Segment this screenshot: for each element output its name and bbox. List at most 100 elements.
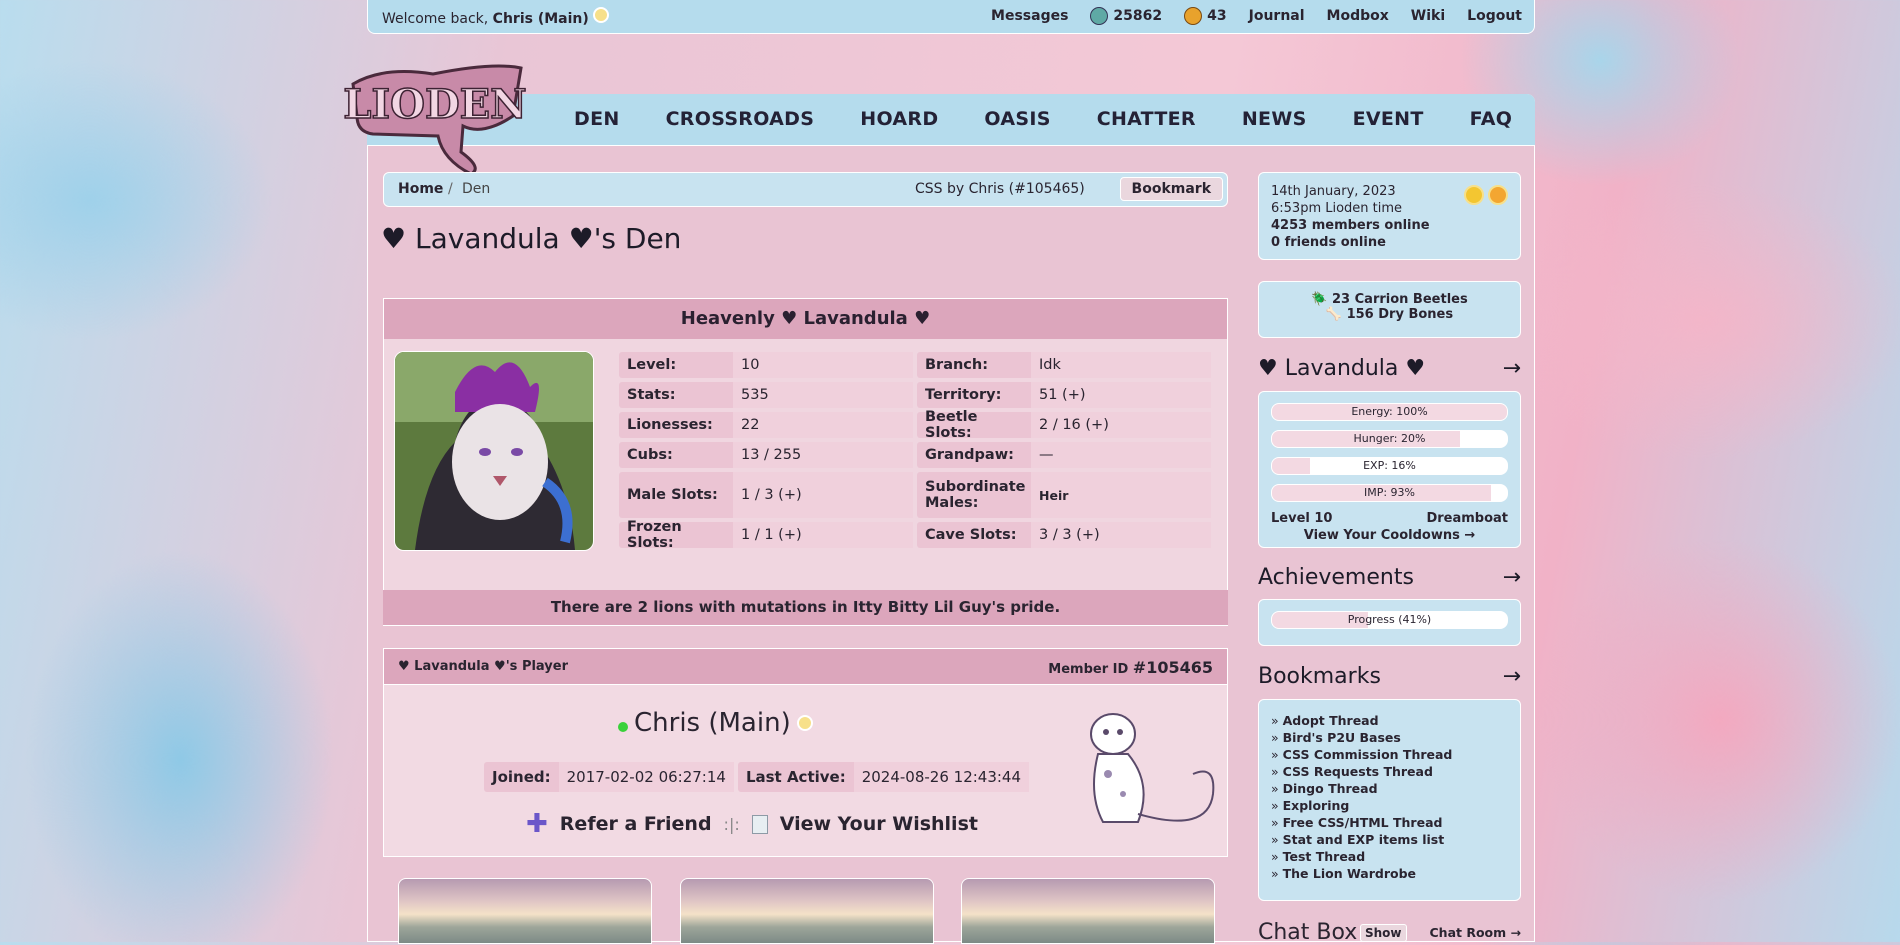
sun-icon (1464, 185, 1508, 205)
level-text: Level 10 (1271, 511, 1333, 526)
joined-value: 2017-02-02 06:27:14 (558, 762, 734, 792)
stat-row: Stats: 535 Territory: 51 (+) (619, 382, 1211, 408)
carrion-beetle-icon: 🪲 (1311, 292, 1328, 307)
lion-sidebar-title[interactable]: ♥ Lavandula ♥ → (1258, 356, 1521, 381)
page-title: ♥ Lavandula ♥'s Den (381, 222, 682, 255)
bookmark-link[interactable]: Exploring (1271, 797, 1520, 814)
beetle-icon (1090, 7, 1109, 25)
arrow-icon[interactable]: → (1503, 356, 1521, 381)
bookmark-link[interactable]: Dingo Thread (1271, 780, 1520, 797)
stat-label: Level: (627, 357, 677, 373)
members-online[interactable]: 4253 members online (1271, 217, 1430, 234)
lion-class: Dreamboat (1426, 511, 1508, 526)
mutation-note: There are 2 lions with mutations in Itty… (383, 590, 1228, 625)
stat-label: Grandpaw: (925, 447, 1014, 463)
messages-link[interactable]: Messages (991, 7, 1068, 25)
lioden-logo[interactable]: LIODEN (343, 56, 533, 176)
gold-currency[interactable]: 43 (1184, 7, 1227, 25)
resources-box: 🪲 23 Carrion Beetles 🦴 156 Dry Bones (1258, 281, 1521, 338)
bookmark-link[interactable]: Adopt Thread (1271, 712, 1520, 729)
nav-event[interactable]: EVENT (1353, 108, 1424, 130)
bookmark-link[interactable]: CSS Commission Thread (1271, 746, 1520, 763)
logout-link[interactable]: Logout (1467, 7, 1522, 25)
stat-label: Beetle Slots: (925, 409, 978, 441)
time-text: 6:53pm Lioden time (1271, 201, 1403, 216)
arrow-icon[interactable]: → (1503, 664, 1521, 689)
last-active-label: Last Active: (745, 768, 846, 786)
player-avatar-sketch[interactable] (1068, 704, 1218, 829)
journal-link[interactable]: Journal (1249, 7, 1305, 25)
achievement-progress-bar: Progress (41%) (1271, 611, 1508, 629)
stat-value[interactable]: 3 / 3 (+) (1031, 522, 1211, 548)
achievements-title[interactable]: Achievements → (1258, 565, 1521, 590)
welcome-message: Welcome back, Chris (Main) (382, 7, 610, 27)
bone-icon: 🦴 (1325, 307, 1343, 322)
plus-icon: ✚ (526, 809, 548, 839)
bookmarks-title[interactable]: Bookmarks → (1258, 664, 1521, 689)
chat-box-title: Chat Box (1258, 920, 1358, 945)
den-scene-3[interactable] (961, 878, 1215, 944)
player-name[interactable]: Chris (Main) (618, 708, 813, 738)
stat-row: Cubs: 13 / 255 Grandpaw: — (619, 442, 1211, 468)
stat-label: Cave Slots: (925, 527, 1017, 543)
chat-room-link[interactable]: Chat Room → (1430, 925, 1522, 940)
stat-row: Frozen Slots: 1 / 1 (+) Cave Slots: 3 / 3 (… (619, 519, 1211, 551)
nav-crossroads[interactable]: CROSSROADS (666, 108, 815, 130)
online-indicator (618, 722, 628, 732)
stat-value[interactable]: 2 / 16 (+) (1031, 412, 1211, 438)
stat-value: 10 (733, 352, 913, 378)
breadcrumb-home[interactable]: Home (398, 181, 443, 197)
stat-value[interactable]: 1 / 1 (+) (733, 522, 913, 548)
arrow-icon[interactable]: → (1503, 565, 1521, 590)
wiki-link[interactable]: Wiki (1411, 7, 1445, 25)
nav-chatter[interactable]: CHATTER (1097, 108, 1196, 130)
bookmark-link[interactable]: The Lion Wardrobe (1271, 865, 1520, 882)
stat-value[interactable]: 51 (+) (1031, 382, 1211, 408)
bookmark-link[interactable]: Stat and EXP items list (1271, 831, 1520, 848)
beetles-currency[interactable]: 25862 (1090, 7, 1162, 25)
den-scene-2[interactable] (680, 878, 934, 944)
member-id: Member ID #105465 (1048, 658, 1213, 677)
player-header: ♥ Lavandula ♥'s Player Member ID #105465 (383, 648, 1228, 685)
bookmark-link[interactable]: CSS Requests Thread (1271, 763, 1520, 780)
wishlist-icon (751, 814, 768, 834)
status-bar: IMP: 93% (1271, 484, 1508, 502)
stat-value: 13 / 255 (733, 442, 913, 468)
cooldowns-link[interactable]: View Your Cooldowns → (1259, 528, 1520, 543)
link-divider: :|: (723, 814, 740, 834)
stat-label: Cubs: (627, 447, 673, 463)
refer-friend-link[interactable]: Refer a Friend (560, 813, 712, 835)
gold-beetle-icon (1184, 7, 1203, 25)
modbox-link[interactable]: Modbox (1327, 7, 1389, 25)
nav-news[interactable]: NEWS (1242, 108, 1307, 130)
chat-show-button[interactable]: Show (1360, 924, 1407, 942)
bookmark-link[interactable]: Test Thread (1271, 848, 1520, 865)
achievements-box: Progress (41%) (1258, 599, 1521, 646)
friends-online[interactable]: 0 friends online (1271, 234, 1430, 251)
lion-avatar[interactable] (394, 351, 594, 551)
nav-oasis[interactable]: OASIS (984, 108, 1050, 130)
stat-label: Lionesses: (627, 417, 713, 433)
bookmark-link[interactable]: Bird's P2U Bases (1271, 729, 1520, 746)
lion-status-box: Energy: 100% Hunger: 20% EXP: 16% IMP: 93% … (1258, 391, 1521, 548)
stat-value: 535 (733, 382, 913, 408)
nav-hoard[interactable]: HOARD (860, 108, 938, 130)
bookmark-link[interactable]: Free CSS/HTML Thread (1271, 814, 1520, 831)
wishlist-link[interactable]: View Your Wishlist (780, 813, 978, 835)
stat-value: Idk (1031, 352, 1211, 378)
breadcrumb-current: Den (462, 181, 491, 197)
joined-label: Joined: (492, 768, 551, 786)
stat-row: Male Slots: 1 / 3 (+) Subordinate Males: He… (619, 472, 1211, 518)
den-scene-1[interactable] (398, 878, 652, 944)
breadcrumb: Home / Den CSS by Chris (#105465) Bookma… (383, 172, 1228, 207)
bookmark-button[interactable]: Bookmark (1119, 177, 1223, 201)
carrion-beetles[interactable]: 🪲 23 Carrion Beetles (1259, 292, 1520, 307)
username-link[interactable]: Chris (Main) (493, 11, 589, 27)
stat-value: 22 (733, 412, 913, 438)
stat-row: Lionesses: 22 Beetle Slots: 2 / 16 (+) (619, 409, 1211, 441)
nav-den[interactable]: DEN (574, 108, 620, 130)
dry-bones[interactable]: 🦴 156 Dry Bones (1259, 307, 1520, 322)
stat-value[interactable]: 1 / 3 (+) (733, 472, 913, 518)
date-text: 14th January, 2023 (1271, 184, 1396, 199)
nav-faq[interactable]: FAQ (1470, 108, 1513, 130)
